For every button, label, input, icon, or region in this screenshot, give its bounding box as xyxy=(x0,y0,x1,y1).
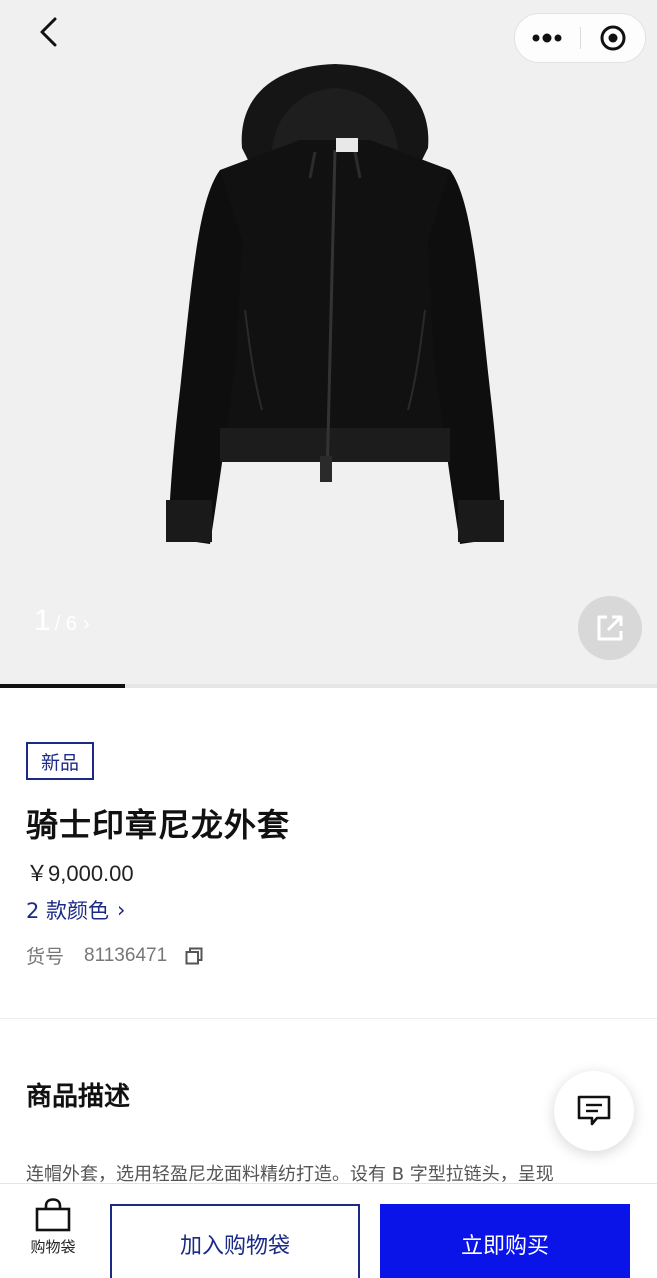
description-heading: 商品描述 xyxy=(26,1082,131,1112)
more-button[interactable] xyxy=(515,14,580,62)
shopping-bag-icon xyxy=(35,1198,71,1232)
chat-message-icon xyxy=(577,1095,611,1126)
share-external-icon xyxy=(597,615,623,641)
product-gallery[interactable]: 1 / 6 › xyxy=(0,0,657,688)
sku-row: 货号 81136471 xyxy=(26,942,203,969)
pager-total: / 6 xyxy=(54,613,77,635)
bottom-action-bar: 购物袋 加入购物袋 立即购买 xyxy=(0,1183,657,1278)
product-price: ￥9,000.00 xyxy=(26,861,134,886)
back-button[interactable] xyxy=(28,12,68,52)
pager-next-chevron: › xyxy=(82,613,90,635)
pager-current: 1 xyxy=(34,604,51,637)
sku-value: 81136471 xyxy=(84,944,168,966)
record-circle-icon xyxy=(600,25,626,51)
copy-icon xyxy=(185,947,203,964)
shopping-bag-tab[interactable]: 购物袋 xyxy=(18,1198,88,1257)
miniprogram-capsule xyxy=(514,13,646,63)
product-image xyxy=(166,64,504,544)
image-pager: 1 / 6 › xyxy=(34,604,90,638)
gallery-progress-fill xyxy=(0,684,125,688)
color-options-link[interactable]: 2 款颜色 › xyxy=(26,895,125,925)
customer-service-button[interactable] xyxy=(554,1071,634,1151)
close-miniprogram-button[interactable] xyxy=(581,14,646,62)
new-badge: 新品 xyxy=(26,742,95,780)
sku-label: 货号 xyxy=(26,946,65,968)
buy-now-button[interactable]: 立即购买 xyxy=(380,1204,630,1278)
chevron-left-icon xyxy=(40,17,57,47)
product-title: 骑士印章尼龙外套 xyxy=(26,806,291,844)
shopping-bag-label: 购物袋 xyxy=(30,1238,76,1256)
color-options-label: 2 款颜色 xyxy=(26,899,110,923)
more-dots-icon xyxy=(532,33,562,43)
copy-sku-button[interactable] xyxy=(185,947,203,965)
section-divider xyxy=(0,1018,657,1019)
chevron-right-icon: › xyxy=(117,898,126,922)
add-to-bag-button[interactable]: 加入购物袋 xyxy=(110,1204,360,1278)
share-button[interactable] xyxy=(578,596,642,660)
